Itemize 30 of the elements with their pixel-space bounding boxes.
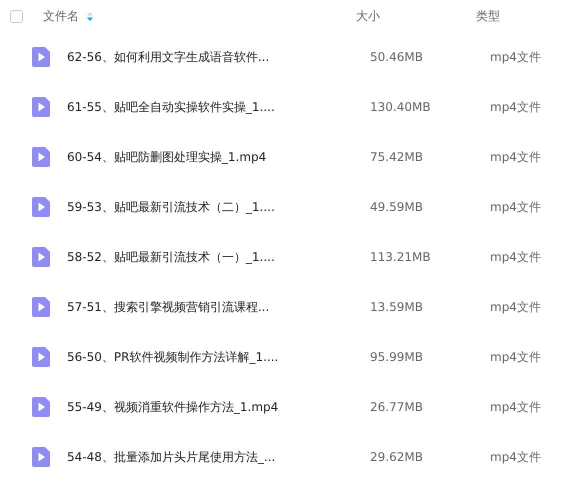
file-type: mp4文件 — [490, 50, 541, 64]
file-type: mp4文件 — [490, 100, 541, 114]
file-size: 95.99MB — [370, 350, 423, 364]
file-type: mp4文件 — [490, 400, 541, 414]
file-name[interactable]: 57-51、搜索引擎视频营销引流课程... — [67, 300, 270, 314]
file-name[interactable]: 58-52、贴吧最新引流技术（一）_1.... — [67, 250, 275, 264]
file-name[interactable]: 55-49、视频消重软件操作方法_1.mp4 — [67, 400, 278, 414]
column-header[interactable]: 文件名 — [43, 8, 79, 24]
file-size: 75.42MB — [370, 150, 423, 164]
file-type: mp4文件 — [490, 300, 541, 314]
column-header[interactable]: 大小 — [356, 8, 380, 22]
file-size: 113.21MB — [370, 250, 431, 264]
file-type: mp4文件 — [490, 200, 541, 214]
file-size: 13.59MB — [370, 300, 423, 314]
file-size: 130.40MB — [370, 100, 431, 114]
file-size: 29.62MB — [370, 450, 423, 464]
file-type: mp4文件 — [490, 450, 541, 464]
file-name[interactable]: 60-54、贴吧防删图处理实操_1.mp4 — [67, 150, 266, 164]
file-size: 26.77MB — [370, 400, 423, 414]
file-size: 50.46MB — [370, 50, 423, 64]
column-header[interactable]: 类型 — [476, 8, 500, 22]
file-name[interactable]: 62-56、如何利用文字生成语音软件... — [67, 50, 270, 64]
file-type: mp4文件 — [490, 350, 541, 364]
file-name[interactable]: 56-50、PR软件视频制作方法详解_1.... — [67, 350, 278, 364]
file-name[interactable]: 59-53、贴吧最新引流技术（二）_1.... — [67, 200, 275, 214]
file-type: mp4文件 — [490, 150, 541, 164]
file-size: 49.59MB — [370, 200, 423, 214]
file-name[interactable]: 61-55、贴吧全自动实操软件实操_1.... — [67, 100, 275, 114]
file-type: mp4文件 — [490, 250, 541, 264]
file-name[interactable]: 54-48、批量添加片头片尾使用方法_... — [67, 450, 276, 464]
